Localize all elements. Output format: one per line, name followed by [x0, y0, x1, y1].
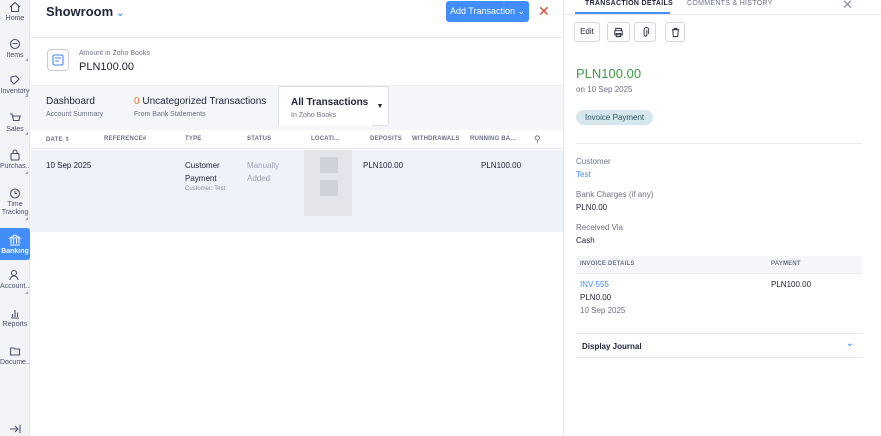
column-location: LOCATI... [311, 136, 340, 142]
transaction-type-badge: Invoice Payment [576, 110, 654, 125]
collapse-icon [10, 425, 21, 433]
expand-indicator [25, 291, 28, 294]
nav-time-tracking[interactable]: Time Tracking [0, 186, 30, 222]
nav-accountant[interactable]: Account... [0, 268, 30, 296]
page-title[interactable]: Showroom ⌄ [46, 4, 125, 19]
purchases-icon [10, 149, 20, 161]
received-via-value: Cash [576, 236, 595, 245]
paperclip-icon [643, 27, 649, 37]
row-type: Customer [185, 161, 220, 170]
expand-indicator [25, 171, 28, 174]
delete-button[interactable] [665, 22, 685, 42]
customer-link[interactable]: Test [576, 170, 591, 179]
invoice-number-link[interactable]: INV-555 [580, 280, 609, 289]
column-withdrawals: WITHDRAWALS [412, 136, 460, 142]
nav-home[interactable]: Home [0, 0, 30, 26]
expand-indicator [25, 58, 28, 61]
tab-transaction-details[interactable]: TRANSACTION DETAILS [585, 0, 673, 7]
chevron-down-icon: ⌄ [517, 6, 526, 16]
nav-inventory[interactable]: Inventory [0, 73, 30, 99]
divider [576, 143, 862, 144]
table-empty-area [31, 232, 563, 436]
uncategorized-count: 0 [134, 96, 140, 107]
close-icon[interactable]: ✕ [842, 0, 853, 13]
expand-indicator [25, 132, 28, 135]
sort-icon: ⇕ [64, 137, 70, 143]
account-tabs: Dashboard Account Summary 0 Uncategorize… [31, 85, 563, 130]
reports-icon [11, 310, 19, 319]
items-icon [9, 38, 21, 50]
accountant-icon [9, 269, 19, 281]
customer-label: Customer [576, 157, 611, 166]
divider [564, 14, 881, 15]
column-reference: REFERENCE# [104, 136, 147, 142]
time-tracking-icon [9, 188, 21, 199]
column-type: TYPE [185, 136, 202, 142]
edit-button[interactable]: Edit [574, 22, 600, 42]
trash-icon [671, 27, 679, 38]
row-status-line2: Added [247, 174, 271, 183]
nav-purchases[interactable]: Purchas... [0, 148, 30, 176]
bank-charges-value: PLN0.00 [576, 203, 608, 212]
transaction-amount: PLN100.00 [576, 66, 642, 81]
sales-icon [10, 113, 21, 122]
inventory-icon [10, 75, 20, 85]
add-transaction-button[interactable]: Add Transaction ⌄ [446, 1, 529, 22]
tab-all-transactions[interactable]: All Transactions In Zoho Books [278, 86, 373, 126]
location-redacted-block [320, 180, 338, 196]
search-icon[interactable]: ⚲ [534, 134, 541, 145]
amount-value: PLN100.00 [79, 61, 135, 73]
column-status: STATUS [247, 136, 272, 142]
tab-dashboard[interactable]: Dashboard Account Summary [46, 86, 103, 131]
documents-icon [9, 347, 21, 356]
table-row[interactable]: 10 Sep 2025 Customer Payment Customer: T… [31, 150, 563, 232]
banking-icon [8, 234, 22, 246]
row-date: 10 Sep 2025 [46, 161, 92, 170]
column-payment: PAYMENT [771, 261, 801, 267]
expand-indicator [25, 94, 28, 97]
row-deposits: PLN100.00 [363, 161, 404, 170]
row-running-balance: PLN100.00 [481, 161, 522, 170]
invoice-payment: PLN100.00 [771, 280, 812, 289]
amount-label: Amount in Zoho Books [79, 50, 150, 57]
print-icon [614, 27, 623, 38]
tab-comments-history[interactable]: COMMENTS & HISTORY [687, 0, 773, 7]
nav-items[interactable]: Items [0, 37, 30, 63]
divider [31, 37, 563, 38]
chevron-down-icon: ⌄ [116, 8, 125, 19]
location-redacted-block [320, 157, 338, 173]
column-invoice-details: INVOICE DETAILS [580, 261, 635, 267]
caret-down-icon[interactable]: ▼ [372, 86, 389, 126]
nav-banking[interactable]: Banking [0, 228, 30, 260]
banking-account-view: Showroom ⌄ Add Transaction ⌄ ✕ Amount in … [31, 0, 563, 436]
collapse-sidebar-button[interactable] [0, 424, 30, 436]
attach-button[interactable] [634, 22, 656, 42]
bank-account-icon [47, 49, 69, 71]
transaction-details-panel: TRANSACTION DETAILS COMMENTS & HISTORY ✕… [563, 0, 881, 436]
side-navigation: Home Items Inventory Sales Purchas... Ti… [0, 0, 30, 436]
nav-documents[interactable]: Docume... [0, 344, 30, 370]
invoice-date: 10 Sep 2025 [580, 306, 626, 315]
table-header: DATE ⇕ REFERENCE# TYPE STATUS LOCATI... … [31, 131, 563, 149]
chevron-down-icon: ⌄ [845, 338, 854, 349]
display-journal-toggle[interactable]: Display Journal ⌄ [576, 333, 862, 358]
column-deposits: DEPOSITS [370, 136, 402, 142]
column-date[interactable]: DATE ⇕ [46, 136, 70, 143]
home-icon [9, 1, 21, 13]
row-status: Manually [247, 161, 280, 170]
close-icon[interactable]: ✕ [538, 3, 550, 20]
received-via-label: Received Via [576, 223, 623, 232]
expand-indicator [25, 217, 28, 220]
invoice-amount: PLN0.00 [580, 293, 612, 302]
nav-reports[interactable]: Reports [0, 306, 30, 332]
invoice-table-header: INVOICE DETAILS PAYMENT [576, 256, 862, 274]
transaction-date: on 10 Sep 2025 [576, 85, 633, 94]
bank-charges-label: Bank Charges (if any) [576, 190, 654, 199]
column-running-balance: RUNNING BA... [470, 136, 516, 142]
nav-sales[interactable]: Sales [0, 111, 30, 137]
tab-uncategorized-transactions[interactable]: 0 Uncategorized Transactions From Bank S… [134, 86, 266, 131]
row-customer: Customer: Test [185, 186, 226, 192]
print-button[interactable] [607, 22, 630, 42]
